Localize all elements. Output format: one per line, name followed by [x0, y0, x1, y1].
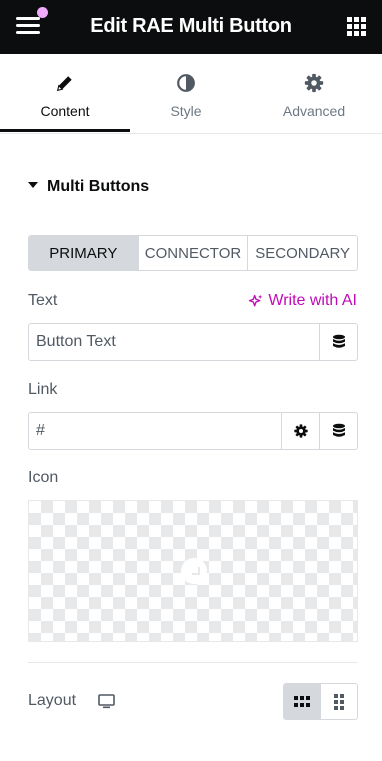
- layout-label: Layout: [28, 692, 77, 709]
- icon-field-label: Icon: [28, 469, 59, 486]
- grid-icon[interactable]: [347, 17, 367, 37]
- tab-style[interactable]: Style: [122, 54, 250, 134]
- write-with-ai-link[interactable]: Write with AI: [247, 292, 357, 310]
- layout-inline-button[interactable]: [284, 684, 320, 719]
- dynamic-tags-button[interactable]: [319, 324, 357, 360]
- gear-icon: [293, 424, 308, 438]
- button-text-input[interactable]: Button Text: [28, 323, 358, 361]
- tab-advanced[interactable]: Advanced: [250, 54, 378, 134]
- tab-advanced-label: Advanced: [282, 103, 346, 119]
- section-multi-buttons[interactable]: Multi Buttons: [28, 178, 149, 196]
- tab-style-label: Style: [170, 103, 202, 119]
- inline-grid-icon: [294, 696, 310, 707]
- desktop-icon[interactable]: [98, 694, 115, 709]
- link-placeholder[interactable]: #: [29, 413, 281, 449]
- upload-icon: [181, 558, 207, 584]
- link-options-button[interactable]: [281, 413, 319, 449]
- top-bar: Edit RAE Multi Button: [0, 0, 382, 54]
- tab-content-label: Content: [40, 103, 90, 119]
- layout-toggle: [283, 683, 358, 720]
- section-title-label: Multi Buttons: [47, 178, 150, 195]
- panel-title: Edit RAE Multi Button: [90, 15, 292, 37]
- panel-tabs: Content Style Advanced: [0, 54, 382, 134]
- write-with-ai-label: Write with AI: [268, 292, 357, 309]
- gear-icon: [304, 73, 324, 93]
- divider: [28, 662, 358, 663]
- link-input[interactable]: #: [28, 412, 358, 450]
- half-circle-icon: [177, 74, 195, 92]
- icon-picker[interactable]: [28, 500, 358, 642]
- button-type-tabs: PRIMARY CONNECTOR SECONDARY: [28, 235, 358, 271]
- button-text-placeholder[interactable]: Button Text: [29, 324, 319, 360]
- tab-secondary[interactable]: SECONDARY: [248, 236, 357, 270]
- database-icon: [332, 423, 345, 437]
- link-dynamic-tags-button[interactable]: [319, 413, 357, 449]
- tab-content[interactable]: Content: [1, 54, 129, 134]
- link-field-label: Link: [28, 381, 58, 398]
- tab-primary[interactable]: PRIMARY: [29, 236, 139, 270]
- notification-dot: [37, 7, 48, 18]
- database-icon: [332, 334, 345, 348]
- hamburger-icon[interactable]: [16, 15, 40, 37]
- text-field-label: Text: [28, 292, 58, 309]
- tab-connector[interactable]: CONNECTOR: [139, 236, 249, 270]
- caret-down-icon: [28, 182, 38, 188]
- active-tab-indicator: [0, 129, 130, 132]
- stacked-grid-icon: [334, 693, 344, 710]
- sparkle-icon: [249, 294, 263, 306]
- pencil-icon: [56, 76, 72, 92]
- layout-stacked-button[interactable]: [320, 684, 357, 719]
